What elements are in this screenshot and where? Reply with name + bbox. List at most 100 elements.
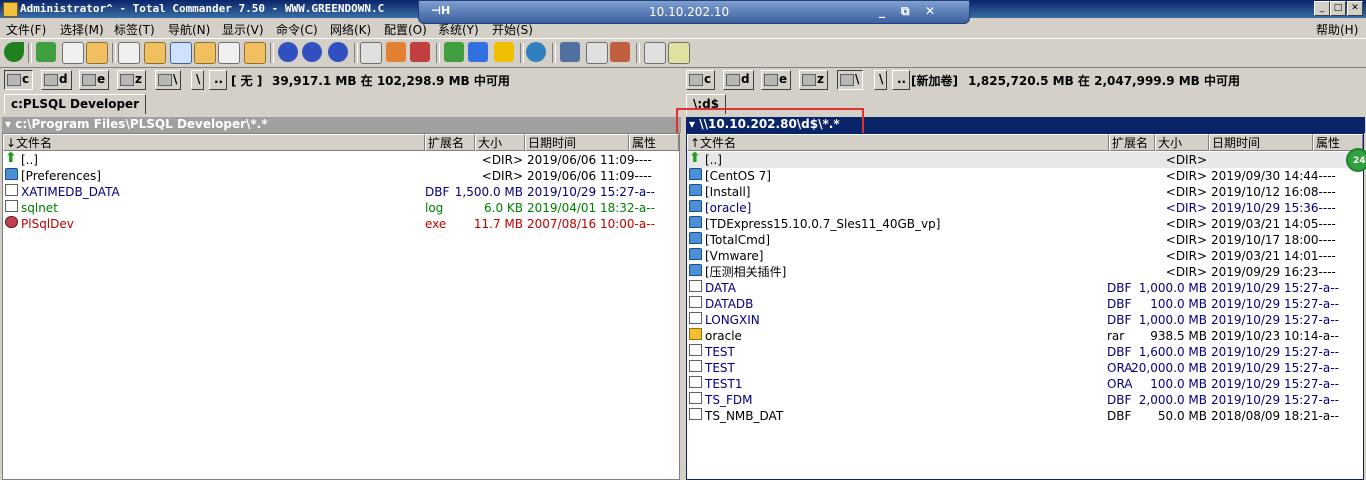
toolbar-separator [270, 43, 274, 63]
document-icon[interactable] [644, 42, 666, 64]
forward-icon[interactable] [328, 42, 348, 62]
minimize-button[interactable]: _ [1314, 1, 1330, 16]
menu-view[interactable]: 显示(V) [222, 21, 264, 38]
file-row[interactable]: [Vmware] <DIR> 2019/03/21 14:01---- [687, 248, 1363, 264]
file-name: TEST [705, 361, 735, 375]
file-row[interactable]: TS_FDM DBF 2,000.0 MB 2019/10/29 15:27-a-- [687, 392, 1363, 408]
file-row[interactable]: TS_NMB_DAT DBF 50.0 MB 2018/08/09 18:21-a-- [687, 408, 1363, 424]
pin-icon[interactable]: ⊣H [431, 4, 450, 17]
file-row[interactable]: [TDExpress15.10.0.7_Sles11_40GB_vp] <DIR>… [687, 216, 1363, 232]
rdp-close-button[interactable]: ✕ [925, 4, 935, 18]
column-date[interactable]: 日期时间 [1209, 134, 1313, 151]
column-ext[interactable]: 扩展名 [425, 134, 475, 151]
minus-icon[interactable] [278, 42, 298, 62]
left-file-panel[interactable]: ↓文件名 扩展名 大小 日期时间 属性 ⬆ [..] <DIR> 2019/06/06… [2, 133, 680, 480]
right-drive-e[interactable]: e [761, 70, 792, 90]
right-file-panel[interactable]: ↑文件名 扩展名 大小 日期时间 属性 ⬆ [..] <DIR> [CentOS 7]… [686, 133, 1364, 480]
file-row[interactable]: TEST ORA 20,000.0 MB 2019/10/29 15:27-a-- [687, 360, 1363, 376]
brief-view-icon[interactable] [62, 42, 84, 64]
file-row[interactable]: [Preferences] <DIR> 2019/06/06 11:09---- [3, 168, 679, 184]
file-row[interactable]: oracle rar 938.5 MB 2019/10/23 10:14-a-- [687, 328, 1363, 344]
thumbnail-view-icon[interactable] [118, 42, 140, 64]
left-drive-c[interactable]: c [4, 70, 34, 90]
file-row[interactable]: DATA DBF 1,000.0 MB 2019/10/29 15:27-a-- [687, 280, 1363, 296]
network-icon[interactable] [560, 42, 580, 62]
overlay-badge[interactable]: 24 [1346, 148, 1366, 172]
search-icon[interactable] [360, 42, 382, 64]
file-row[interactable]: sqlnet log 6.0 KB 2019/04/01 18:32-a-- [3, 200, 679, 216]
file-date: 2019/10/29 15:27-a-- [1211, 345, 1339, 359]
right-drive-c[interactable]: c [686, 70, 716, 90]
column-name[interactable]: ↑文件名 [687, 134, 1109, 151]
left-path-bar[interactable]: ▾ c:\Program Files\PLSQL Developer\*.* [2, 117, 681, 133]
file-icon [689, 392, 702, 404]
file-name: DATA [705, 281, 736, 295]
menu-config[interactable]: 配置(O) [384, 21, 427, 38]
file-row[interactable]: [TotalCmd] <DIR> 2019/10/17 18:00---- [687, 232, 1363, 248]
reread-icon[interactable] [36, 42, 56, 62]
file-row[interactable]: DATADB DBF 100.0 MB 2019/10/29 15:27-a-- [687, 296, 1363, 312]
invert-icon[interactable] [244, 42, 266, 64]
left-drive-d[interactable]: d [41, 70, 72, 90]
file-row[interactable]: LONGXIN DBF 1,000.0 MB 2019/10/29 15:27-a-- [687, 312, 1363, 328]
left-volume-label: [ 无 ] [231, 74, 263, 88]
tools-icon[interactable] [610, 42, 630, 62]
column-date[interactable]: 日期时间 [525, 134, 629, 151]
left-drive-e[interactable]: e [79, 70, 110, 90]
left-parent-button[interactable]: .. [209, 70, 228, 90]
right-drive-d[interactable]: d [723, 70, 754, 90]
file-row[interactable]: [oracle] <DIR> 2019/10/29 15:36---- [687, 200, 1363, 216]
right-drive-root[interactable]: \ [837, 70, 864, 90]
column-ext[interactable]: 扩展名 [1109, 134, 1155, 151]
notepad-icon[interactable] [586, 42, 608, 64]
quick-view-icon[interactable] [194, 42, 216, 64]
menu-start[interactable]: 开始(S) [492, 21, 533, 38]
left-drive-root[interactable]: \ [155, 70, 182, 90]
rdp-minimize-button[interactable]: _ [879, 4, 885, 18]
file-row[interactable]: ⬆ [..] <DIR> 2019/06/06 11:09---- [3, 151, 679, 168]
file-row[interactable]: [Install] <DIR> 2019/10/12 16:08---- [687, 184, 1363, 200]
menu-select[interactable]: 选择(M) [60, 21, 104, 38]
menu-commands[interactable]: 命令(C) [276, 21, 318, 38]
settings-gear-icon[interactable] [526, 42, 546, 62]
menu-help[interactable]: 帮助(H) [1316, 21, 1358, 38]
menu-network[interactable]: 网络(K) [330, 21, 371, 38]
menu-navigate[interactable]: 导航(N) [168, 21, 210, 38]
column-size[interactable]: 大小 [1155, 134, 1209, 151]
folder-icon [5, 168, 18, 180]
file-row[interactable]: ⬆ [..] <DIR> [687, 151, 1363, 168]
maximize-button[interactable]: □ [1330, 1, 1346, 16]
rdp-restore-button[interactable]: ⧉ [901, 4, 910, 19]
compare-icon[interactable] [386, 42, 406, 62]
lightning-icon[interactable] [494, 42, 514, 62]
tree-view-icon[interactable] [144, 42, 166, 64]
sync-icon[interactable] [410, 42, 430, 62]
column-attr[interactable]: 属性 [629, 134, 679, 151]
download-icon[interactable] [444, 42, 464, 62]
sort-icon[interactable] [218, 42, 240, 64]
menu-file[interactable]: 文件(F) [6, 21, 46, 38]
right-root-button[interactable]: \ [874, 70, 888, 90]
column-size[interactable]: 大小 [475, 134, 525, 151]
full-view-icon[interactable] [86, 42, 108, 64]
menu-system[interactable]: 系统(Y) [438, 21, 479, 38]
back-icon[interactable] [302, 42, 322, 62]
menu-tabs[interactable]: 标签(T) [114, 21, 155, 38]
right-parent-button[interactable]: .. [892, 70, 911, 90]
file-row[interactable]: PlSqlDev exe 11.7 MB 2007/08/16 10:00-a-- [3, 216, 679, 232]
left-root-button[interactable]: \ [191, 70, 205, 90]
left-tab[interactable]: c:PLSQL Developer [4, 94, 147, 114]
star-icon[interactable] [468, 42, 488, 62]
file-row[interactable]: TEST DBF 1,600.0 MB 2019/10/29 15:27-a-- [687, 344, 1363, 360]
file-row[interactable]: [CentOS 7] <DIR> 2019/09/30 14:44---- [687, 168, 1363, 184]
file-row[interactable]: [压测相关插件] <DIR> 2019/09/29 16:23---- [687, 264, 1363, 280]
close-button[interactable]: ✕ [1347, 1, 1363, 16]
file-row[interactable]: TEST1 ORA 100.0 MB 2019/10/29 15:27-a-- [687, 376, 1363, 392]
refresh-arrow-icon[interactable] [4, 42, 24, 62]
edit-icon[interactable] [668, 42, 690, 64]
file-row[interactable]: XATIMEDB_DATA DBF 1,500.0 MB 2019/10/29 15:… [3, 184, 679, 200]
column-name[interactable]: ↓文件名 [3, 134, 425, 151]
comments-view-icon[interactable] [170, 42, 192, 64]
right-drive-z[interactable]: z [799, 70, 828, 90]
left-drive-z[interactable]: z [117, 70, 146, 90]
